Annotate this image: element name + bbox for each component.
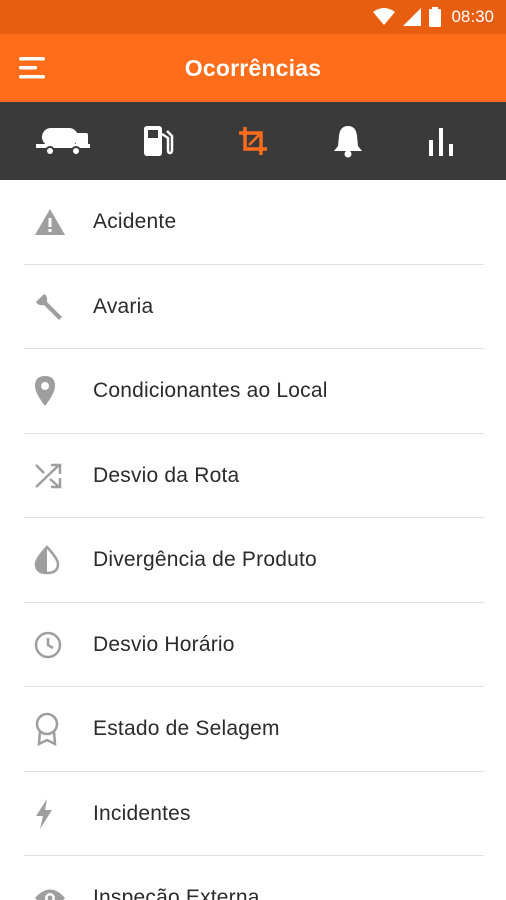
tab-notifications[interactable] bbox=[316, 111, 380, 171]
list-item-divergencia[interactable]: Divergência de Produto bbox=[0, 518, 506, 603]
list-item-label: Condicionantes ao Local bbox=[93, 379, 328, 403]
list-item-selagem[interactable]: Estado de Selagem bbox=[0, 687, 506, 772]
seal-badge-icon bbox=[24, 713, 78, 747]
wifi-icon bbox=[373, 8, 396, 26]
lightning-icon bbox=[24, 798, 78, 830]
list-item-label: Divergência de Produto bbox=[93, 548, 317, 572]
status-clock: 08:30 bbox=[451, 7, 494, 26]
wrench-icon bbox=[24, 291, 78, 323]
eye-icon bbox=[24, 882, 78, 900]
shuffle-icon bbox=[24, 460, 78, 492]
tab-reports[interactable] bbox=[411, 111, 475, 171]
tab-truck[interactable] bbox=[31, 111, 95, 171]
list-item-acidente[interactable]: Acidente bbox=[0, 180, 506, 265]
clock-icon bbox=[24, 629, 78, 661]
tab-crop[interactable] bbox=[221, 111, 285, 171]
signal-icon bbox=[403, 8, 422, 26]
list-item-label: Incidentes bbox=[93, 801, 191, 825]
app-bar: Ocorrências bbox=[0, 34, 506, 102]
warning-icon bbox=[24, 206, 78, 238]
list-item-label: Estado de Selagem bbox=[93, 717, 280, 741]
list-item-condicionantes[interactable]: Condicionantes ao Local bbox=[0, 349, 506, 434]
battery-icon bbox=[429, 7, 442, 27]
list-item-avaria[interactable]: Avaria bbox=[0, 265, 506, 350]
bell-icon bbox=[333, 126, 362, 158]
contrast-icon bbox=[24, 544, 78, 576]
list-item-desvio-horario[interactable]: Desvio Horário bbox=[0, 603, 506, 688]
list-item-label: Desvio Horário bbox=[93, 632, 235, 656]
location-pin-icon bbox=[24, 375, 78, 407]
occurrence-list: Acidente Avaria Condicionantes ao Local bbox=[0, 180, 506, 900]
fuel-pump-icon bbox=[144, 126, 174, 156]
hamburger-menu-icon[interactable] bbox=[14, 48, 54, 88]
page-title: Ocorrências bbox=[184, 54, 322, 81]
tab-bar bbox=[0, 102, 506, 180]
list-item-incidentes[interactable]: Incidentes bbox=[0, 772, 506, 857]
list-item-label: Avaria bbox=[93, 294, 154, 318]
tab-fuel[interactable] bbox=[126, 111, 190, 171]
list-item-label: Desvio da Rota bbox=[93, 463, 240, 487]
list-item-label: Inspeção Externa bbox=[93, 886, 260, 900]
list-item-desvio-rota[interactable]: Desvio da Rota bbox=[0, 434, 506, 519]
truck-icon bbox=[36, 128, 91, 156]
list-item-label: Acidente bbox=[93, 210, 177, 234]
list-item-inspecao[interactable]: Inspeção Externa bbox=[0, 856, 506, 900]
bar-chart-icon bbox=[428, 128, 453, 156]
status-bar: 08:30 bbox=[0, 0, 506, 34]
crop-icon bbox=[238, 127, 267, 155]
